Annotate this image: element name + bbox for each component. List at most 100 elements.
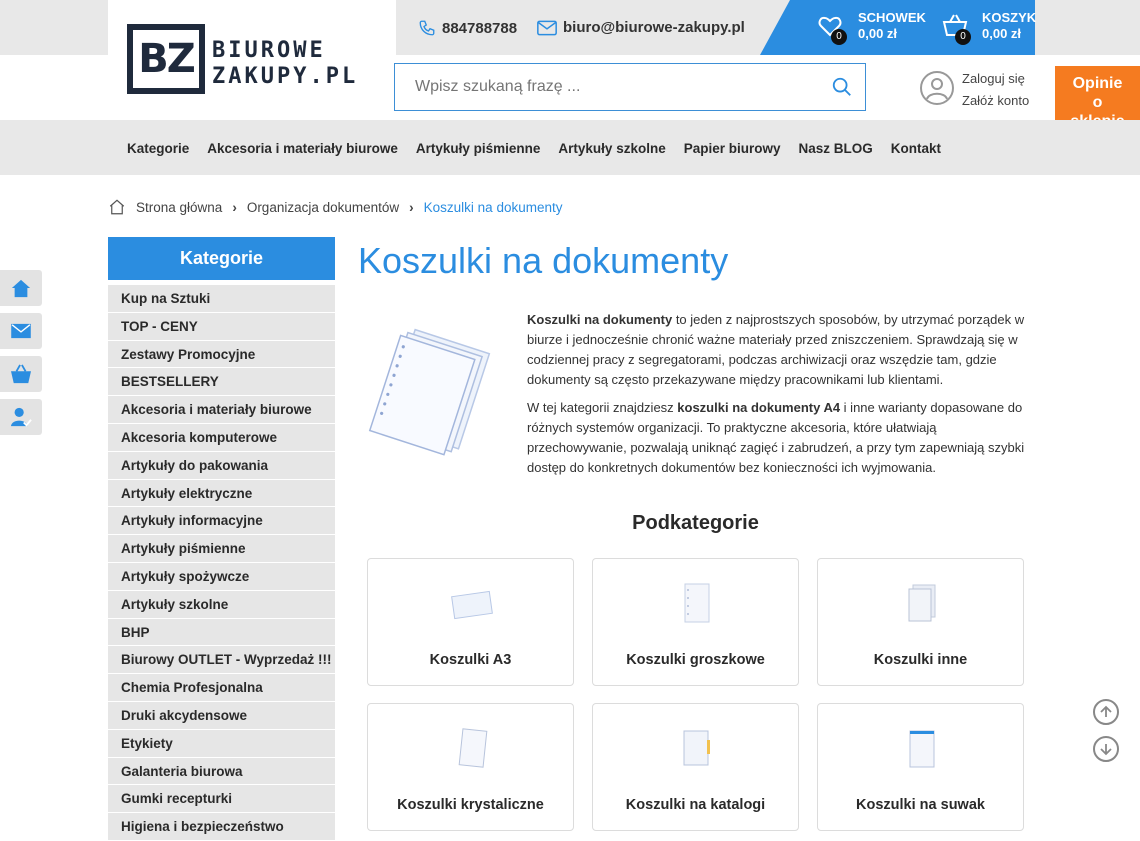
zipper-sleeve-thumbnail	[909, 730, 934, 768]
cart-label: KOSZYK	[982, 10, 1037, 25]
sidebar-item[interactable]: Galanteria biurowa	[108, 757, 335, 786]
catalog-sleeve-thumbnail	[683, 730, 710, 766]
wishlist-amount: 0,00 zł	[858, 26, 898, 41]
account-links: Zaloguj się Załóż konto	[962, 68, 1029, 112]
sidebar-item[interactable]: BHP	[108, 618, 335, 647]
scroll-down-button[interactable]	[1093, 736, 1119, 762]
register-link[interactable]: Załóż konto	[962, 90, 1029, 112]
subcategory-tile[interactable]: Koszulki inne	[817, 558, 1024, 686]
subcategories-title: Podkategorie	[632, 512, 759, 534]
logo-mark[interactable]: BZ	[127, 24, 205, 94]
sidebar-item[interactable]: Chemia Profesjonalna	[108, 674, 335, 702]
email-link[interactable]: biuro@biurowe-zakupy.pl	[537, 19, 745, 36]
subcategory-tile[interactable]: Koszulki na suwak	[817, 703, 1024, 831]
phone-link[interactable]: 884788788	[418, 19, 517, 37]
basket-icon	[11, 364, 31, 384]
mail-icon	[11, 323, 31, 339]
page-title: Koszulki na dokumenty	[358, 240, 729, 281]
search-icon[interactable]	[831, 76, 853, 98]
sidebar-item[interactable]: Akcesoria i materiały biurowe	[108, 396, 335, 424]
home-icon	[11, 279, 31, 298]
sidebar-item[interactable]: TOP - CENY	[108, 312, 335, 341]
wishlist-button[interactable]: SCHOWEK 0,00 zł	[858, 10, 926, 42]
reviews-line-1: Opinie	[1072, 75, 1123, 92]
logo-line-1: BIUROWE	[212, 38, 326, 63]
sidebar-item[interactable]: BESTSELLERY	[108, 368, 335, 397]
subcategory-tile[interactable]: Koszulki krystaliczne	[367, 703, 574, 831]
side-quick-links	[0, 270, 42, 442]
sidebar-item[interactable]: Zestawy Promocyjne	[108, 340, 335, 369]
wishlist-count: 0	[831, 29, 847, 45]
side-account-button[interactable]	[0, 399, 42, 435]
description-bold-2: koszulki na dokumenty A4	[677, 400, 841, 415]
subcategory-tile[interactable]: Koszulki A3	[367, 558, 574, 686]
description-paragraph-2: W tej kategorii znajdziesz koszulki na d…	[527, 398, 1037, 478]
sidebar-item[interactable]: Gumki recepturki	[108, 785, 335, 814]
subcategory-tile[interactable]: Koszulki groszkowe	[592, 558, 799, 686]
sidebar-item[interactable]: Kup na Sztuki	[108, 285, 335, 313]
subcategory-label: Koszulki na katalogi	[625, 797, 766, 813]
sidebar-item[interactable]: Artykuły spożywcze	[108, 562, 335, 591]
subcategory-label: Koszulki groszkowe	[626, 652, 765, 668]
reviews-line-2: o	[1092, 94, 1103, 111]
chevron-right-icon: ›	[409, 199, 414, 215]
cart-button[interactable]: KOSZYK 0,00 zł	[982, 10, 1036, 42]
user-icon[interactable]	[920, 71, 954, 105]
user-check-icon	[10, 407, 32, 427]
phone-icon	[419, 20, 435, 36]
nav-categories[interactable]: Kategorie	[127, 141, 189, 156]
subcategory-label: Koszulki na suwak	[856, 797, 985, 813]
arrow-down-icon	[1100, 744, 1112, 756]
subcategory-label: Koszulki A3	[429, 652, 512, 668]
scroll-up-button[interactable]	[1093, 699, 1119, 725]
home-icon[interactable]	[108, 198, 126, 216]
phone-number: 884788788	[442, 19, 518, 37]
sidebar-item[interactable]: Higiena i bezpieczeństwo	[108, 813, 335, 841]
sidebar-item[interactable]: Artykuły szkolne	[108, 590, 335, 619]
breadcrumb-parent[interactable]: Organizacja dokumentów	[247, 200, 399, 215]
sidebar-item[interactable]: Etykiety	[108, 729, 335, 758]
sidebar-item[interactable]: Artykuły do pakowania	[108, 451, 335, 480]
breadcrumb-current: Koszulki na dokumenty	[423, 199, 563, 215]
other-sleeve-thumbnail	[908, 584, 935, 622]
nav-office-supplies[interactable]: Akcesoria i materiały biurowe	[207, 141, 398, 156]
subcategory-label: Koszulki krystaliczne	[397, 797, 544, 813]
side-mail-button[interactable]	[0, 313, 42, 349]
cart-amount: 0,00 zł	[982, 26, 1022, 41]
logo-line-2: ZAKUPY.PL	[212, 64, 359, 89]
email-address: biuro@biurowe-zakupy.pl	[563, 19, 745, 36]
description-text-2a: W tej kategorii znajdziesz	[527, 400, 678, 415]
logo-letters: BZ	[138, 36, 196, 82]
side-home-button[interactable]	[0, 270, 42, 306]
sidebar-item[interactable]: Akcesoria komputerowe	[108, 423, 335, 452]
a3-sleeve-thumbnail	[450, 590, 493, 620]
mail-icon	[537, 20, 557, 35]
logo-text[interactable]: BIUROWE ZAKUPY.PL	[212, 38, 358, 90]
sidebar-item[interactable]: Artykuły informacyjne	[108, 507, 335, 536]
search-box	[394, 63, 866, 111]
nav-blog[interactable]: Nasz BLOG	[799, 141, 873, 156]
side-basket-button[interactable]	[0, 356, 42, 392]
crystal-sleeve-thumbnail	[458, 728, 487, 768]
subcategory-tile[interactable]: Koszulki na katalogi	[592, 703, 799, 831]
breadcrumb: Strona główna › Organizacja dokumentów ›…	[108, 198, 562, 216]
search-input[interactable]	[395, 64, 815, 110]
sidebar-item[interactable]: Biurowy OUTLET - Wyprzedaż !!!	[108, 646, 335, 675]
cart-count: 0	[955, 29, 971, 45]
groszkowe-sleeve-thumbnail	[684, 583, 709, 623]
nav-writing[interactable]: Artykuły piśmienne	[416, 141, 541, 156]
description-bold-1: Koszulki na dokumenty	[527, 312, 673, 327]
nav-paper[interactable]: Papier biurowy	[684, 141, 781, 156]
sidebar-item[interactable]: Artykuły piśmienne	[108, 535, 335, 563]
description-paragraph-1: Koszulki na dokumenty to jeden z najpros…	[527, 310, 1037, 390]
main-nav: Kategorie Akcesoria i materiały biurowe …	[0, 120, 1140, 175]
sheet-protectors-image	[368, 328, 491, 456]
sidebar-item[interactable]: Druki akcydensowe	[108, 701, 335, 730]
sidebar-item[interactable]: Artykuły elektryczne	[108, 479, 335, 508]
login-link[interactable]: Zaloguj się	[962, 68, 1029, 90]
category-description: Koszulki na dokumenty to jeden z najpros…	[527, 310, 1037, 486]
breadcrumb-home[interactable]: Strona główna	[136, 200, 222, 215]
wishlist-label: SCHOWEK	[858, 10, 926, 25]
nav-contact[interactable]: Kontakt	[891, 141, 941, 156]
nav-school[interactable]: Artykuły szkolne	[558, 141, 665, 156]
